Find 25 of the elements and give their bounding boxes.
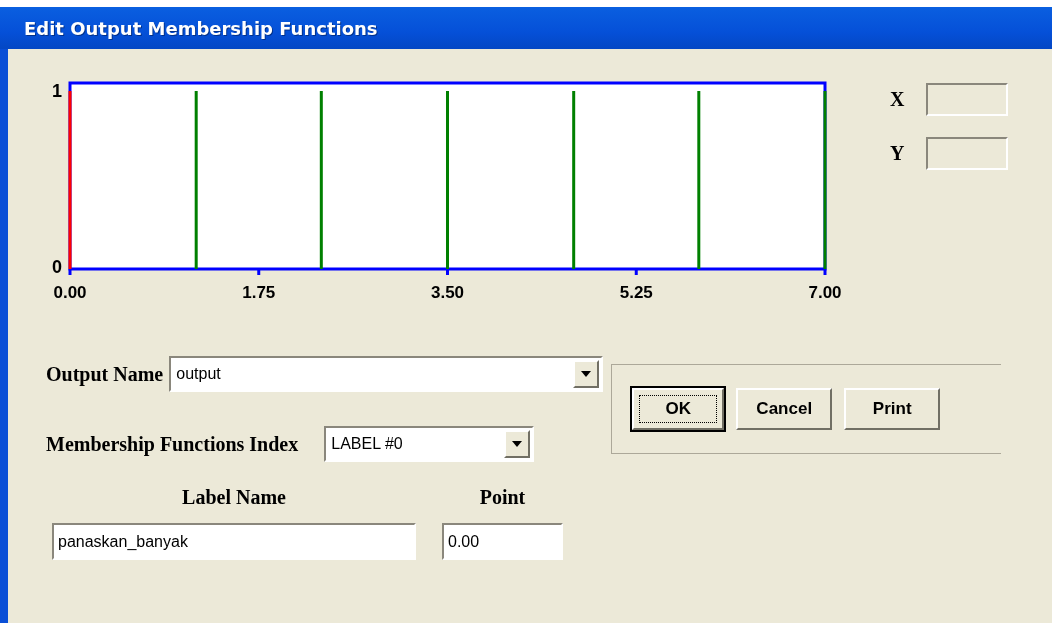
- label-name-field[interactable]: panaskan_banyak: [52, 523, 416, 560]
- x-tick-label: 3.50: [430, 283, 465, 302]
- field-label: Output Name: [46, 362, 164, 386]
- x-tick-label: 7.00: [808, 283, 842, 302]
- dialog-button[interactable]: OK: [632, 388, 725, 430]
- caret-icon: [580, 370, 593, 378]
- x-tick-label: 1.75: [242, 283, 276, 302]
- caret-icon: [511, 440, 524, 448]
- dropdown-button[interactable]: [504, 430, 531, 458]
- field-label: Point: [479, 486, 526, 509]
- x-tick-label: 0.00: [53, 283, 87, 302]
- x-tick-label: 5.25: [619, 283, 653, 302]
- point-field[interactable]: 0.00: [442, 523, 563, 560]
- output-name-dropdown[interactable]: output: [169, 356, 604, 392]
- axis-readout-label: Y: [890, 142, 905, 165]
- dropdown-button[interactable]: [573, 360, 600, 388]
- dialog-button[interactable]: Print: [844, 388, 941, 430]
- field-label: Label Name: [182, 486, 286, 509]
- field-label: Membership Functions Index: [46, 432, 299, 456]
- axis-readout-label: X: [890, 88, 905, 111]
- window-title: Edit Output Membership Functions: [24, 17, 378, 39]
- membership-index-dropdown[interactable]: LABEL #0: [324, 426, 535, 462]
- y-tick-label: 1: [52, 81, 62, 101]
- y-tick-label: 0: [52, 257, 62, 277]
- dialog-button[interactable]: Cancel: [736, 388, 833, 430]
